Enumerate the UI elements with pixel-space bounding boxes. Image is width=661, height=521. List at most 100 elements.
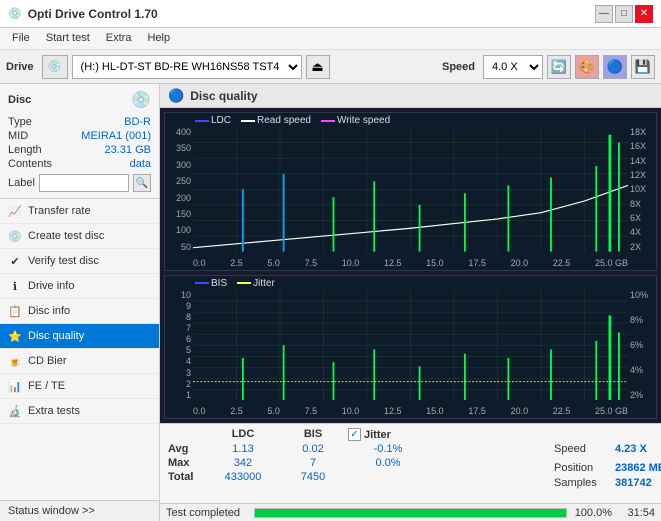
disc-quality-header-icon: 🔵 <box>168 88 184 104</box>
speed-select[interactable]: 4.0 X <box>483 55 543 79</box>
sidebar-item-disc-quality[interactable]: ⭐ Disc quality <box>0 324 159 349</box>
top-chart-grid <box>193 127 628 252</box>
bottom-chart: BIS Jitter 10 9 8 7 6 5 4 <box>164 275 657 419</box>
extra-tests-icon: 🔬 <box>8 404 22 418</box>
sidebar-label-disc-quality: Disc quality <box>28 330 84 342</box>
disc-label-label: Label <box>8 177 35 189</box>
drive-icon-btn[interactable]: 💿 <box>42 55 68 79</box>
avg-bis: 0.02 <box>278 443 348 455</box>
bottom-chart-y-right: 10% 8% 6% 4% 2% <box>628 290 656 400</box>
progress-time: 31:54 <box>620 507 655 519</box>
samples-value: 381742 <box>615 477 661 489</box>
sidebar-label-extra-tests: Extra tests <box>28 405 80 417</box>
top-chart-y-left: 400 350 300 250 200 150 100 50 <box>165 127 193 252</box>
ldc-dot <box>195 120 209 122</box>
bis-label: BIS <box>211 278 227 289</box>
sidebar: Disc 💿 Type BD-R MID MEIRA1 (001) Length… <box>0 84 160 521</box>
eject-button[interactable]: ⏏ <box>306 55 330 79</box>
status-window-label: Status window >> <box>8 505 95 517</box>
legend-bis: BIS <box>195 278 227 289</box>
label-input[interactable] <box>39 174 129 192</box>
total-ldc: 433000 <box>208 471 278 483</box>
toolbar: Drive 💿 (H:) HL-DT-ST BD-RE WH16NS58 TST… <box>0 50 661 84</box>
maximize-button[interactable]: □ <box>615 5 633 23</box>
top-chart-legend: LDC Read speed Write speed <box>195 115 390 126</box>
transfer-rate-icon: 📈 <box>8 204 22 218</box>
sidebar-label-disc-info: Disc info <box>28 305 70 317</box>
content-header: 🔵 Disc quality <box>160 84 661 108</box>
legend-write-speed: Write speed <box>321 115 390 126</box>
content-area: 🔵 Disc quality LDC Read speed <box>160 84 661 521</box>
speed-stat-value: 4.23 X <box>615 443 661 455</box>
drive-select[interactable]: (H:) HL-DT-ST BD-RE WH16NS58 TST4 <box>72 55 302 79</box>
mid-value: MEIRA1 (001) <box>81 130 151 142</box>
total-bis: 7450 <box>278 471 348 483</box>
menu-file[interactable]: File <box>4 30 38 47</box>
color-btn2[interactable]: 🔵 <box>603 55 627 79</box>
read-speed-label: Read speed <box>257 115 311 126</box>
sidebar-item-extra-tests[interactable]: 🔬 Extra tests <box>0 399 159 424</box>
max-ldc: 342 <box>208 457 278 469</box>
sidebar-item-fe-te[interactable]: 📊 FE / TE <box>0 374 159 399</box>
color-btn1[interactable]: 🎨 <box>575 55 599 79</box>
type-value: BD-R <box>124 116 151 128</box>
disc-title: Disc <box>8 94 31 106</box>
menu-help[interactable]: Help <box>139 30 178 47</box>
create-test-disc-icon: 💿 <box>8 229 22 243</box>
close-button[interactable]: ✕ <box>635 5 653 23</box>
sidebar-item-transfer-rate[interactable]: 📈 Transfer rate <box>0 199 159 224</box>
menu-extra[interactable]: Extra <box>98 30 140 47</box>
label-search-btn[interactable]: 🔍 <box>133 174 151 192</box>
position-label: Position <box>554 462 609 474</box>
sidebar-label-fe-te: FE / TE <box>28 380 65 392</box>
sidebar-menu: 📈 Transfer rate 💿 Create test disc ✔ Ver… <box>0 199 159 500</box>
stats-table: LDC BIS ✓ Jitter Avg 1.13 0.02 -0.1% <box>160 424 546 503</box>
refresh-btn[interactable]: 🔄 <box>547 55 571 79</box>
sidebar-label-verify-test-disc: Verify test disc <box>28 255 99 267</box>
sidebar-item-drive-info[interactable]: ℹ Drive info <box>0 274 159 299</box>
sidebar-label-create-test-disc: Create test disc <box>28 230 104 242</box>
drive-label: Drive <box>6 61 34 73</box>
sidebar-item-verify-test-disc[interactable]: ✔ Verify test disc <box>0 249 159 274</box>
speed-row: Speed 4.23 X 4.0 X <box>554 439 661 459</box>
max-jitter: 0.0% <box>348 457 428 469</box>
disc-quality-icon: ⭐ <box>8 329 22 343</box>
minimize-button[interactable]: — <box>595 5 613 23</box>
drive-info-icon: ℹ <box>8 279 22 293</box>
top-chart: LDC Read speed Write speed 400 350 <box>164 112 657 271</box>
menu-start-test[interactable]: Start test <box>38 30 98 47</box>
verify-test-disc-icon: ✔ <box>8 254 22 268</box>
disc-panel: Disc 💿 Type BD-R MID MEIRA1 (001) Length… <box>0 84 159 199</box>
disc-mid-row: MID MEIRA1 (001) <box>8 130 151 142</box>
stats-right: Speed 4.23 X 4.0 X Position 23862 MB Sam… <box>546 424 661 503</box>
contents-value: data <box>130 158 151 170</box>
disc-type-row: Type BD-R <box>8 116 151 128</box>
stats-avg-row: Avg 1.13 0.02 -0.1% <box>168 443 538 455</box>
bottom-chart-x-labels: 0.0 2.5 5.0 7.5 10.0 12.5 15.0 17.5 20.0… <box>193 406 628 416</box>
save-btn[interactable]: 💾 <box>631 55 655 79</box>
label-row: Label 🔍 <box>8 174 151 192</box>
ldc-label: LDC <box>211 115 231 126</box>
sidebar-item-disc-info[interactable]: 📋 Disc info <box>0 299 159 324</box>
sidebar-item-cd-bier[interactable]: 🍺 CD Bier <box>0 349 159 374</box>
legend-jitter: Jitter <box>237 278 275 289</box>
progress-track <box>254 508 567 518</box>
status-window-btn[interactable]: Status window >> <box>0 500 159 521</box>
progress-percent: 100.0% <box>575 507 612 519</box>
stats-max-row: Max 342 7 0.0% <box>168 457 538 469</box>
sidebar-label-drive-info: Drive info <box>28 280 74 292</box>
sidebar-label-transfer-rate: Transfer rate <box>28 205 91 217</box>
bottom-chart-legend: BIS Jitter <box>195 278 275 289</box>
stats-header-row: LDC BIS ✓ Jitter <box>168 428 538 441</box>
sidebar-label-cd-bier: CD Bier <box>28 355 67 367</box>
jitter-header: Jitter <box>364 429 391 441</box>
max-bis: 7 <box>278 457 348 469</box>
write-speed-dot <box>321 120 335 122</box>
stats-total-row: Total 433000 7450 <box>168 471 538 483</box>
jitter-checkbox[interactable]: ✓ <box>348 428 361 441</box>
contents-label: Contents <box>8 158 52 170</box>
sidebar-item-create-test-disc[interactable]: 💿 Create test disc <box>0 224 159 249</box>
legend-read-speed: Read speed <box>241 115 311 126</box>
app-title: Opti Drive Control 1.70 <box>28 7 158 21</box>
titlebar-left: 💿 Opti Drive Control 1.70 <box>8 7 158 21</box>
